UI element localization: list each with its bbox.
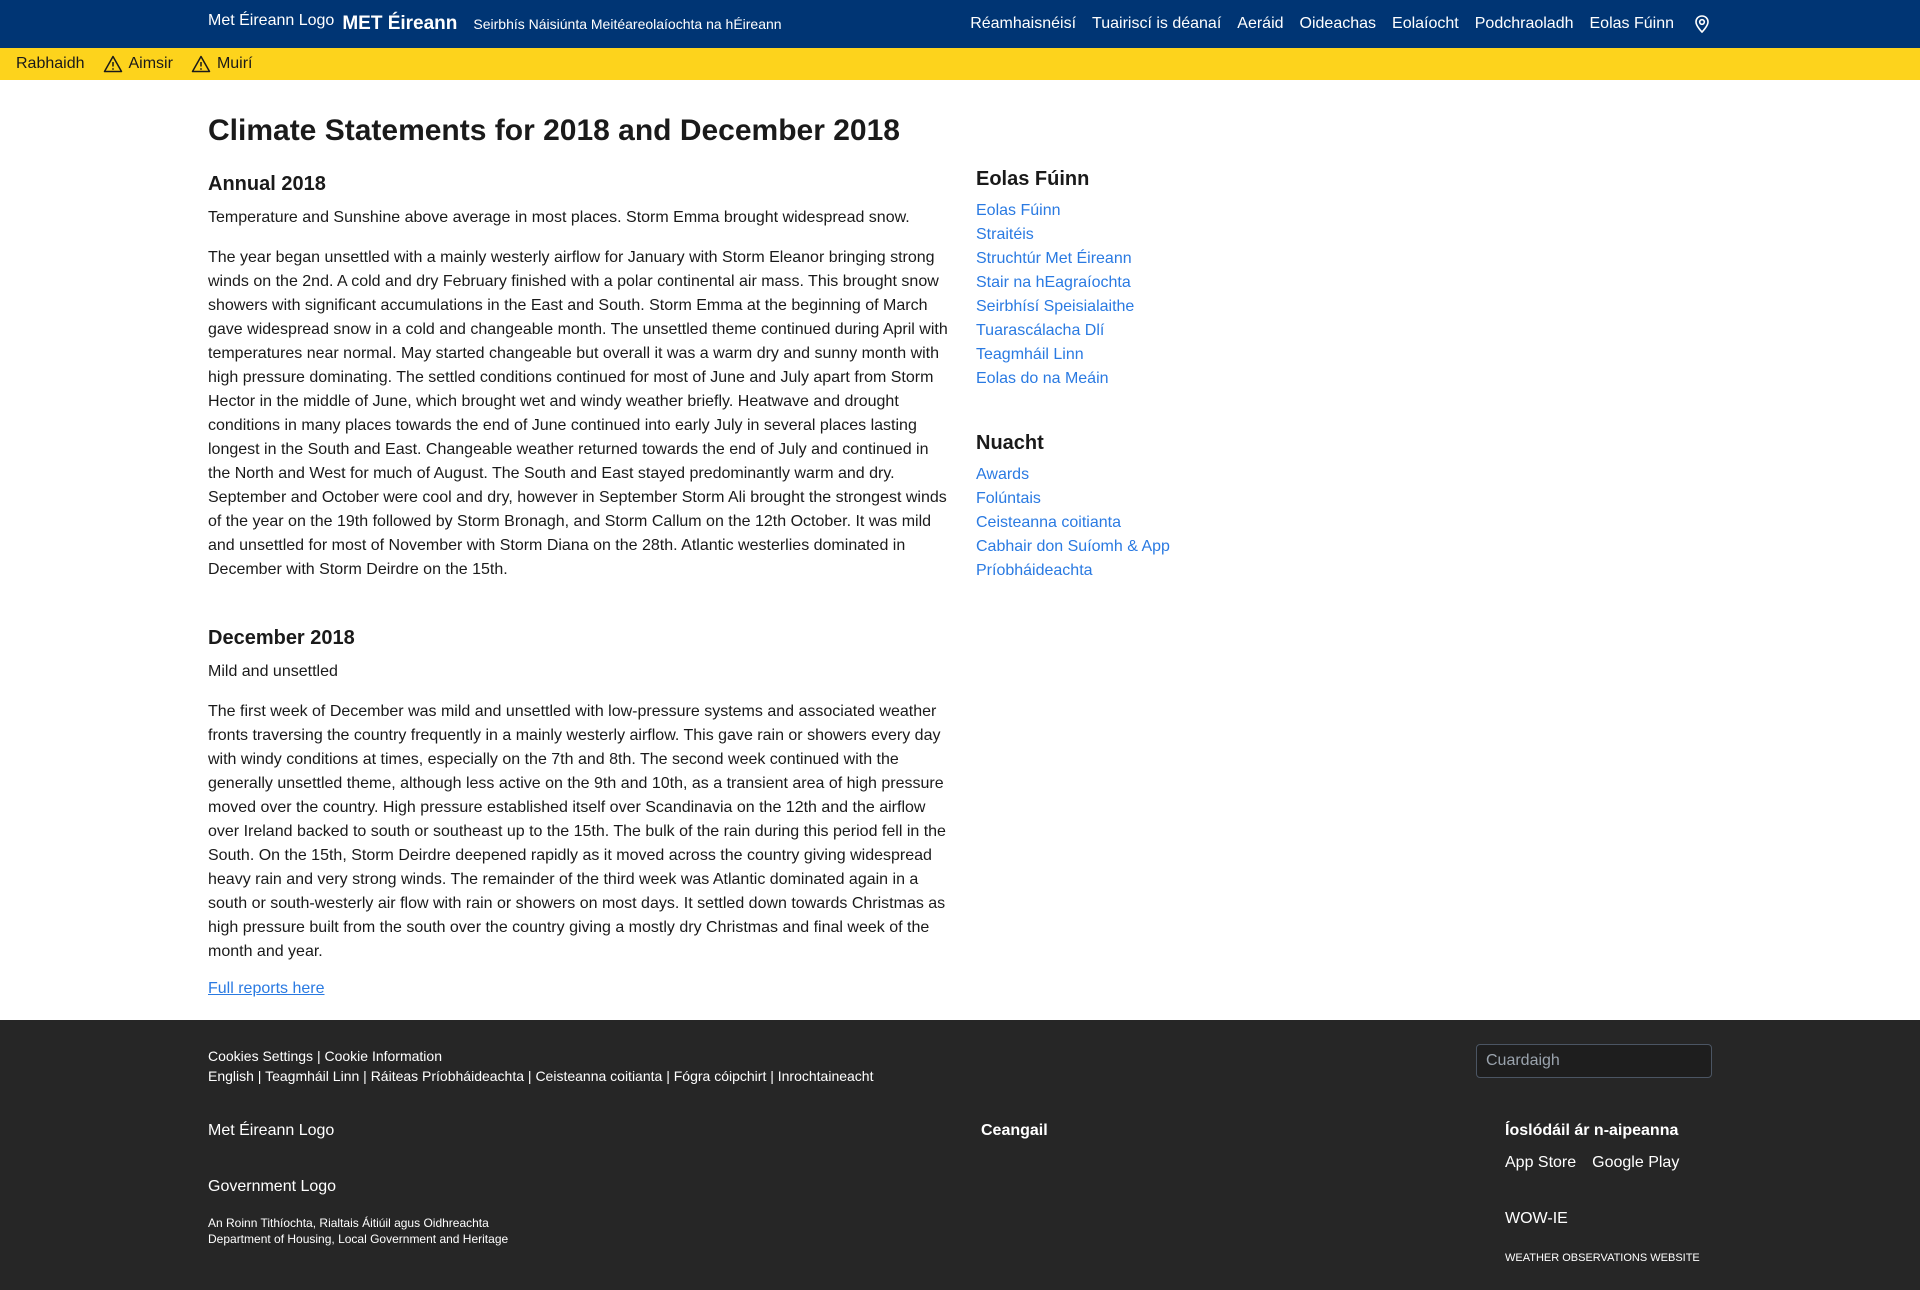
sidebar-link-media[interactable]: Eolas do na Meáin xyxy=(976,370,1109,387)
main-nav: Réamhaisnéisí Tuairiscí is déanaí Aeráid… xyxy=(954,14,1712,34)
footer: Cookies Settings | Cookie Information En… xyxy=(0,1020,1920,1290)
nav-about[interactable]: Eolas Fúinn xyxy=(1590,15,1675,33)
separator: | xyxy=(766,1068,778,1084)
annual-body: The year began unsettled with a mainly w… xyxy=(208,249,948,578)
footer-apps-heading: Íoslódáil ár n-aipeanna xyxy=(1505,1122,1679,1139)
tagline: Seirbhís Náisiúnta Meitéareolaíochta na … xyxy=(473,16,782,32)
news-links: Awards Folúntais Ceisteanna coitianta Ca… xyxy=(976,463,1296,583)
warning-triangle-icon xyxy=(191,55,211,73)
app-badges: App Store Google Play xyxy=(1505,1154,1695,1172)
sidebar-link-privacy[interactable]: Príobháideachta xyxy=(976,562,1093,579)
wow-ie-subtitle: WEATHER OBSERVATIONS WEBSITE xyxy=(1505,1252,1700,1264)
footer-connect-heading: Ceangail xyxy=(981,1122,1048,1139)
annual-summary: Temperature and Sunshine above average i… xyxy=(208,209,910,226)
december-body: The first week of December was mild and … xyxy=(208,703,946,960)
sidebar-link-vacancies[interactable]: Folúntais xyxy=(976,490,1041,507)
warning-marine[interactable]: Muirí xyxy=(191,54,253,74)
footer-links: English | Teagmháil Linn | Ráiteas Príob… xyxy=(208,1068,873,1084)
footer-link-english[interactable]: English xyxy=(208,1068,254,1084)
news-heading: Nuacht xyxy=(976,432,1044,454)
december-summary: Mild and unsettled xyxy=(208,663,338,680)
wow-ie-logo[interactable]: WOW-IE xyxy=(1505,1210,1568,1228)
separator: | xyxy=(313,1048,325,1064)
page-title: Climate Statements for 2018 and December… xyxy=(208,114,900,147)
app-store-badge[interactable]: App Store xyxy=(1505,1154,1576,1172)
footer-link-faq[interactable]: Ceisteanna coitianta xyxy=(535,1068,662,1084)
warning-marine-label: Muirí xyxy=(216,55,253,72)
separator: | xyxy=(524,1068,536,1084)
warnings-label[interactable]: Rabhaidh xyxy=(16,55,85,73)
sidebar-link-history[interactable]: Stair na hEagraíochta xyxy=(976,274,1131,291)
cookies-settings-link[interactable]: Cookies Settings xyxy=(208,1048,313,1064)
about-links: Eolas Fúinn Straitéis Struchtúr Met Éire… xyxy=(976,199,1296,391)
warning-weather[interactable]: Aimsir xyxy=(103,54,173,74)
main-content: Climate Statements for 2018 and December… xyxy=(208,112,948,998)
met-eireann-logo[interactable]: Met Éireann Logo xyxy=(208,12,334,30)
footer-cookie-links: Cookies Settings | Cookie Information xyxy=(208,1048,442,1064)
sidebar-link-contact[interactable]: Teagmháil Linn xyxy=(976,346,1084,363)
map-pin-icon[interactable] xyxy=(1692,14,1712,34)
separator: | xyxy=(662,1068,674,1084)
about-heading: Eolas Fúinn xyxy=(976,168,1090,190)
footer-link-copyright[interactable]: Fógra cóipchirt xyxy=(674,1068,767,1084)
sidebar-link-awards[interactable]: Awards xyxy=(976,466,1029,483)
warning-triangle-icon xyxy=(103,55,122,73)
nav-science[interactable]: Eolaíocht xyxy=(1392,15,1459,33)
cookie-information-link[interactable]: Cookie Information xyxy=(324,1048,442,1064)
footer-link-contact[interactable]: Teagmháil Linn xyxy=(265,1068,359,1084)
sidebar-link-statutory-reports[interactable]: Tuarascálacha Dlí xyxy=(976,322,1104,339)
google-play-badge[interactable]: Google Play xyxy=(1592,1154,1679,1172)
sidebar-link-about[interactable]: Eolas Fúinn xyxy=(976,202,1061,219)
nav-education[interactable]: Oideachas xyxy=(1300,15,1377,33)
separator: | xyxy=(359,1068,371,1084)
full-reports-link[interactable]: Full reports here xyxy=(208,980,325,997)
sidebar-link-structure[interactable]: Struchtúr Met Éireann xyxy=(976,250,1132,267)
annual-heading: Annual 2018 xyxy=(208,173,326,195)
nav-podcast[interactable]: Podchraoladh xyxy=(1475,15,1574,33)
footer-link-accessibility[interactable]: Inrochtaineacht xyxy=(778,1068,874,1084)
brand-name[interactable]: MET Éireann xyxy=(342,13,457,35)
department-name-irish: An Roinn Tithíochta, Rialtais Áitiúil ag… xyxy=(208,1216,489,1230)
sidebar-link-faq[interactable]: Ceisteanna coitianta xyxy=(976,514,1121,531)
sidebar-link-strategy[interactable]: Straitéis xyxy=(976,226,1034,243)
warning-weather-label: Aimsir xyxy=(128,55,173,72)
nav-latest-reports[interactable]: Tuairiscí is déanaí xyxy=(1092,15,1221,33)
sidebar-link-special-services[interactable]: Seirbhísí Speisialaithe xyxy=(976,298,1134,315)
footer-met-eireann-logo[interactable]: Met Éireann Logo xyxy=(208,1122,334,1140)
sidebar: Eolas Fúinn Eolas Fúinn Straitéis Struch… xyxy=(976,165,1296,621)
warnings-bar: Rabhaidh Aimsir Muirí xyxy=(0,48,1920,80)
sidebar-link-help[interactable]: Cabhair don Suíomh & App xyxy=(976,538,1170,555)
nav-climate[interactable]: Aeráid xyxy=(1237,15,1283,33)
top-navbar: Met Éireann Logo MET Éireann Seirbhís Ná… xyxy=(0,0,1920,48)
december-heading: December 2018 xyxy=(208,627,355,649)
footer-link-privacy[interactable]: Ráiteas Príobháideachta xyxy=(371,1068,524,1084)
footer-government-logo[interactable]: Government Logo xyxy=(208,1178,336,1196)
nav-forecasts[interactable]: Réamhaisnéisí xyxy=(970,15,1076,33)
separator: | xyxy=(253,1068,266,1084)
department-name-english: Department of Housing, Local Government … xyxy=(208,1232,509,1246)
search-input[interactable] xyxy=(1476,1044,1712,1078)
